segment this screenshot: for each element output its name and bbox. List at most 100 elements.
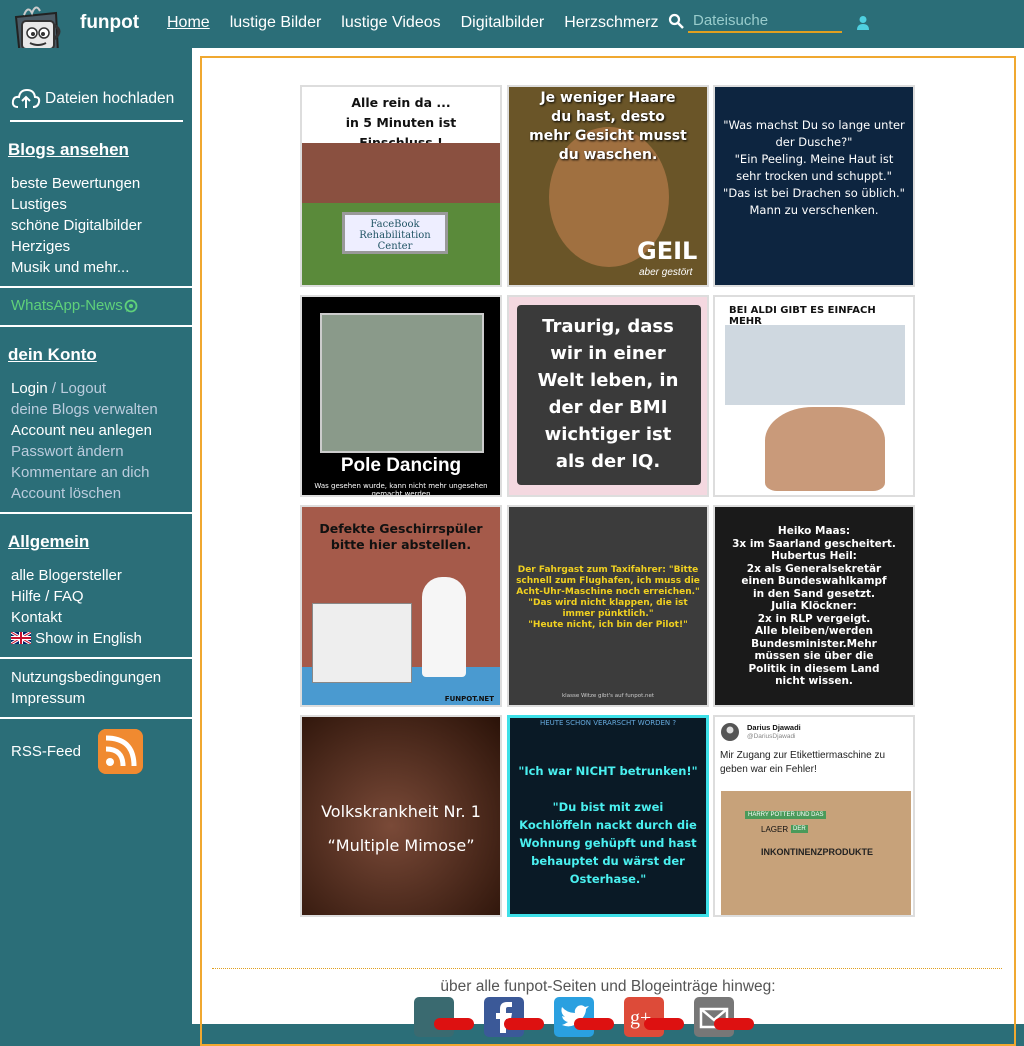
avatar: [721, 723, 739, 741]
blogs-title[interactable]: Blogs ansehen: [8, 140, 129, 160]
tile-caption: "Ich war NICHT betrunken!" "Du bist mit …: [518, 764, 698, 886]
tile-subcaption: Was gesehen wurde, kann nicht mehr unges…: [314, 482, 488, 497]
sidebar-item-herziges[interactable]: Herziges: [11, 236, 142, 257]
image-tile[interactable]: "Ich war NICHT betrunken!" "Du bist mit …: [507, 715, 709, 917]
main-nav: Home lustige Bilder lustige Videos Digit…: [167, 14, 658, 32]
tile-caption: Defekte Geschirrspüler bitte hier abstel…: [319, 521, 483, 552]
account-list: Login / Logout deine Blogs verwalten Acc…: [11, 378, 158, 504]
tile-watermark: HEUTE SCHON VERARSCHT WORDEN ?: [539, 719, 677, 727]
tile-caption: Volkskrankheit Nr. 1 “Multiple Mimose”: [321, 802, 481, 855]
sidebar-item-lustiges[interactable]: Lustiges: [11, 194, 142, 215]
share-count: [574, 1018, 614, 1030]
image-tile[interactable]: Der Fahrgast zum Taxifahrer: "Bitte schn…: [507, 505, 709, 707]
email-icon: [699, 1007, 729, 1029]
facebook-icon: [496, 1002, 512, 1033]
rss-feed-link[interactable]: RSS-Feed: [11, 729, 144, 774]
image-tile[interactable]: Pole Dancing Was gesehen wurde, kann nic…: [300, 295, 502, 497]
cloud-upload-icon: [11, 88, 41, 108]
share-count: [504, 1018, 544, 1030]
image-tile[interactable]: Je weniger Haare du hast, desto mehr Ges…: [507, 85, 709, 287]
divider: [0, 657, 192, 659]
label-3: DER: [791, 825, 808, 833]
nav-home[interactable]: Home: [167, 14, 210, 32]
sidebar-item-passwort[interactable]: Passwort ändern: [11, 441, 158, 462]
nav-lustige-videos[interactable]: lustige Videos: [341, 14, 440, 32]
share-buttons: g+: [414, 997, 754, 1037]
general-list: alle Blogersteller Hilfe / FAQ Kontakt S…: [10, 565, 142, 649]
login-row: Login / Logout: [11, 378, 158, 399]
account-title[interactable]: dein Konto: [8, 345, 97, 365]
sidebar-item-blogs-verwalten[interactable]: deine Blogs verwalten: [11, 399, 158, 420]
image-tile[interactable]: Defekte Geschirrspüler bitte hier abstel…: [300, 505, 502, 707]
nav-herzschmerz[interactable]: Herzschmerz: [564, 14, 658, 32]
whatsapp-icon: [124, 299, 138, 312]
top-bar: funpot Home lustige Bilder lustige Video…: [0, 0, 1024, 59]
search-input[interactable]: [688, 9, 842, 33]
logout-link[interactable]: / Logout: [48, 380, 106, 397]
parking-image: [320, 313, 484, 453]
image-grid: Alle rein da ... in 5 Minuten ist Einsch…: [300, 85, 916, 919]
tile-badge-sub: aber gestört: [639, 267, 693, 278]
divider: [0, 286, 192, 288]
image-tile[interactable]: Volkskrankheit Nr. 1 “Multiple Mimose”: [300, 715, 502, 917]
label-4: INKONTINENZPRODUKTE: [761, 847, 873, 857]
image-tile[interactable]: "Was machst Du so lange unter der Dusche…: [713, 85, 915, 287]
googleplus-icon: g+: [630, 1007, 651, 1029]
user-icon[interactable]: [856, 15, 870, 31]
sidebar-item-kontakt[interactable]: Kontakt: [11, 607, 142, 628]
sidebar-item-impressum[interactable]: Impressum: [11, 688, 161, 709]
image-tile[interactable]: Alle rein da ... in 5 Minuten ist Einsch…: [300, 85, 502, 287]
email-share-button[interactable]: [694, 997, 754, 1037]
english-label: Show in English: [35, 630, 142, 647]
nav-lustige-bilder[interactable]: lustige Bilder: [230, 14, 322, 32]
login-link[interactable]: Login: [11, 380, 48, 397]
blogs-list: beste Bewertungen Lustiges schöne Digita…: [11, 173, 142, 278]
sidebar-item-blogersteller[interactable]: alle Blogersteller: [11, 565, 142, 586]
sidebar-item-kommentare[interactable]: Kommentare an dich: [11, 462, 158, 483]
divider: [10, 120, 183, 122]
divider: [0, 325, 192, 327]
sidebar-item-beste-bewertungen[interactable]: beste Bewertungen: [11, 173, 142, 194]
upload-link[interactable]: Dateien hochladen: [11, 88, 174, 110]
sidebar-item-musik[interactable]: Musik und mehr...: [11, 257, 142, 278]
twitter-share-button[interactable]: [554, 997, 614, 1037]
sidebar-item-digitalbilder[interactable]: schöne Digitalbilder: [11, 215, 142, 236]
tile-caption: Der Fahrgast zum Taxifahrer: "Bitte schn…: [516, 565, 700, 630]
upload-label: Dateien hochladen: [45, 90, 175, 107]
sidebar-item-account-anlegen[interactable]: Account neu anlegen: [11, 420, 158, 441]
tile-caption: Mir Zugang zur Etikettiermaschine zu geb…: [720, 750, 886, 775]
tile-badge: GEIL: [637, 237, 698, 265]
sidebar-item-account-loeschen[interactable]: Account löschen: [11, 483, 158, 504]
nav-digitalbilder[interactable]: Digitalbilder: [461, 14, 545, 32]
image-tile[interactable]: BEI ALDI GIBT ES EINFACH MEHR: [713, 295, 915, 497]
tile-watermark: klasse Witze gibt's auf funpot.net: [562, 693, 654, 699]
image-tile[interactable]: Traurig, dass wir in einer Welt leben, i…: [507, 295, 709, 497]
googleplus-share-button[interactable]: g+: [624, 997, 684, 1037]
tile-sign: FaceBook Rehabilitation Center: [342, 212, 448, 254]
general-title[interactable]: Allgemein: [8, 532, 89, 552]
box-image: HARRY POTTER UND DAS LAGER DER INKONTINE…: [721, 791, 911, 915]
tile-watermark: FUNPOT.NET: [444, 695, 494, 703]
search-icon[interactable]: [668, 13, 684, 29]
tweet-handle: @DariusDjawadi: [747, 733, 796, 740]
label-2: LAGER: [761, 825, 789, 834]
sidebar-item-english[interactable]: Show in English: [10, 628, 142, 649]
share-count: [644, 1018, 684, 1030]
divider: [0, 512, 192, 514]
person-image: [765, 407, 885, 491]
tile-caption: Pole Dancing: [340, 455, 462, 476]
store-image: [725, 325, 905, 405]
facebook-share-button[interactable]: [484, 997, 544, 1037]
sidebar-item-nutzungsbedingungen[interactable]: Nutzungsbedingungen: [11, 667, 161, 688]
divider: [0, 717, 192, 719]
sidebar-item-hilfe[interactable]: Hilfe / FAQ: [11, 586, 142, 607]
image-tile[interactable]: Heiko Maas: 3x im Saarland gescheitert. …: [713, 505, 915, 707]
tweet-author: Darius Djawadi: [747, 723, 801, 732]
image-tile[interactable]: Darius Djawadi @DariusDjawadi Mir Zugang…: [713, 715, 915, 917]
share-title: über alle funpot-Seiten und Blogeinträge…: [440, 978, 776, 995]
uk-flag-icon: [10, 630, 32, 646]
funpot-share-button[interactable]: [414, 997, 474, 1037]
whatsapp-news-link[interactable]: WhatsApp-News: [11, 297, 138, 314]
brand-name[interactable]: funpot: [80, 12, 139, 34]
main-content: Alle rein da ... in 5 Minuten ist Einsch…: [192, 48, 1024, 1046]
